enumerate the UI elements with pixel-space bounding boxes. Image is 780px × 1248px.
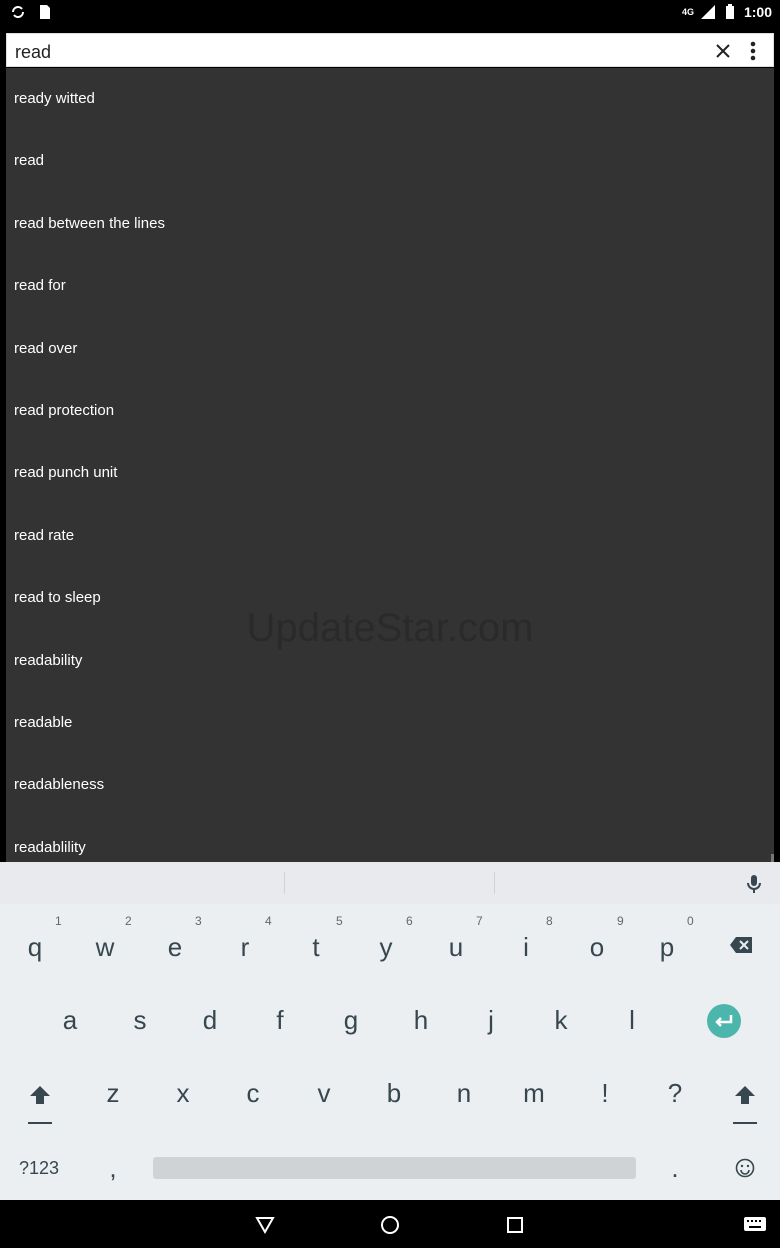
home-icon[interactable]: [380, 1215, 400, 1235]
emoji-icon[interactable]: [735, 1158, 755, 1178]
key-hint: 9: [617, 914, 624, 928]
key-s[interactable]: s: [120, 1005, 160, 1036]
list-item[interactable]: read over: [14, 340, 77, 357]
list-item[interactable]: read to sleep: [14, 589, 101, 606]
scrollbar[interactable]: [771, 854, 774, 862]
keyboard: 1 2 3 4 5 6 7 8 9 0 q w e r t y u i o p …: [0, 862, 780, 1200]
list-item[interactable]: read rate: [14, 527, 74, 544]
list-item[interactable]: readableness: [14, 776, 104, 793]
clock: 1:00: [743, 4, 772, 20]
key-h[interactable]: h: [401, 1005, 441, 1036]
list-item[interactable]: read for: [14, 277, 66, 294]
key-z[interactable]: z: [93, 1078, 133, 1109]
enter-icon[interactable]: [706, 1003, 742, 1039]
key-r[interactable]: r: [225, 932, 265, 963]
more-vert-icon[interactable]: [745, 40, 761, 62]
key-hint: 5: [336, 914, 343, 928]
key-j[interactable]: j: [471, 1005, 511, 1036]
key-hint: 0: [687, 914, 694, 928]
watermark: UpdateStar.com: [246, 606, 534, 650]
list-item[interactable]: read: [14, 152, 44, 169]
key-k[interactable]: k: [541, 1005, 581, 1036]
key-g[interactable]: g: [331, 1005, 371, 1036]
key-e[interactable]: e: [155, 932, 195, 963]
key-b[interactable]: b: [374, 1078, 414, 1109]
key-hint: 3: [195, 914, 202, 928]
key-p[interactable]: p: [647, 932, 687, 963]
key-w[interactable]: w: [85, 932, 125, 963]
key-f[interactable]: f: [260, 1005, 300, 1036]
key-d[interactable]: d: [190, 1005, 230, 1036]
shift-icon[interactable]: [733, 1084, 757, 1126]
list-item[interactable]: readable: [14, 714, 72, 731]
key-a[interactable]: a: [50, 1005, 90, 1036]
mic-icon[interactable]: [745, 874, 763, 894]
network-type: 4G: [681, 7, 694, 17]
key-y[interactable]: y: [366, 932, 406, 963]
key-v[interactable]: v: [304, 1078, 344, 1109]
key-u[interactable]: u: [436, 932, 476, 963]
backspace-icon[interactable]: [729, 936, 753, 954]
key-l[interactable]: l: [612, 1005, 652, 1036]
battery-icon: [725, 4, 734, 19]
symbols-key[interactable]: ?123: [14, 1158, 64, 1179]
results-list: UpdateStar.com ready witted read read be…: [6, 68, 774, 862]
recents-icon[interactable]: [506, 1216, 524, 1234]
key-exclamation[interactable]: !: [585, 1078, 625, 1109]
key-question[interactable]: ?: [655, 1078, 695, 1109]
list-item[interactable]: read punch unit: [14, 464, 117, 481]
key-i[interactable]: i: [506, 932, 546, 963]
list-item[interactable]: read protection: [14, 402, 114, 419]
key-n[interactable]: n: [444, 1078, 484, 1109]
signal-icon: [700, 5, 715, 19]
key-hint: 8: [546, 914, 553, 928]
key-c[interactable]: c: [233, 1078, 273, 1109]
search-bar[interactable]: read: [6, 33, 774, 67]
keyboard-icon[interactable]: [744, 1217, 766, 1231]
list-item[interactable]: readability: [14, 652, 82, 669]
close-icon[interactable]: [712, 40, 734, 62]
space-bar[interactable]: [153, 1157, 636, 1179]
key-hint: 6: [406, 914, 413, 928]
key-q[interactable]: q: [15, 932, 55, 963]
key-period[interactable]: .: [655, 1153, 695, 1184]
divider: [284, 872, 285, 894]
key-hint: 7: [476, 914, 483, 928]
key-hint: 2: [125, 914, 132, 928]
divider: [494, 872, 495, 894]
list-item[interactable]: read between the lines: [14, 215, 165, 232]
key-x[interactable]: x: [163, 1078, 203, 1109]
list-item[interactable]: ready witted: [14, 90, 95, 107]
key-hint: 1: [55, 914, 62, 928]
key-t[interactable]: t: [296, 932, 336, 963]
key-o[interactable]: o: [577, 932, 617, 963]
search-input[interactable]: read: [15, 42, 51, 63]
key-comma[interactable]: ,: [93, 1153, 133, 1184]
sd-card-icon: [40, 5, 50, 19]
nav-bar: [0, 1200, 780, 1248]
key-m[interactable]: m: [514, 1078, 554, 1109]
list-item[interactable]: readablility: [14, 839, 86, 856]
key-hint: 4: [265, 914, 272, 928]
sync-icon: [12, 6, 24, 18]
status-bar: 4G 1:00: [0, 0, 780, 26]
suggestion-strip[interactable]: [0, 862, 780, 904]
shift-icon[interactable]: [28, 1084, 52, 1126]
back-icon[interactable]: [255, 1216, 275, 1234]
